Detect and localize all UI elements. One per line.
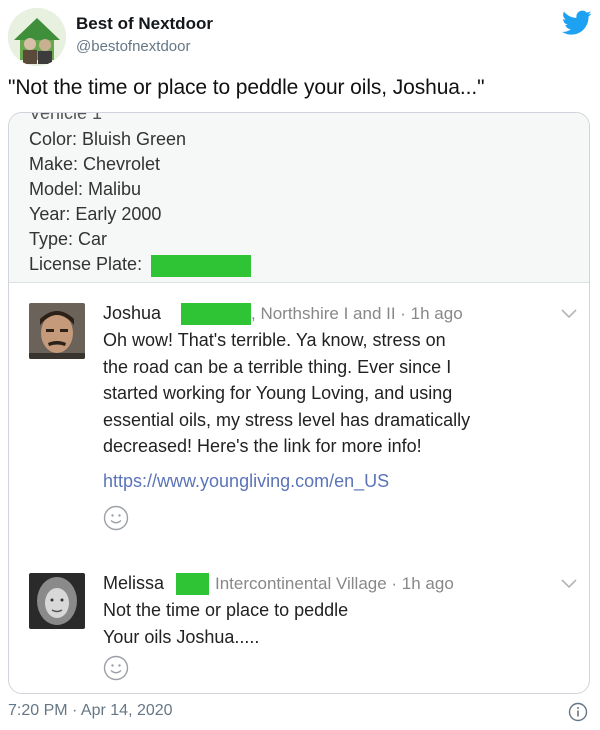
comment-link[interactable]: https://www.youngliving.com/en_US [103, 471, 389, 492]
comment-meta: Intercontinental Village · 1h ago [215, 574, 454, 593]
vehicle-license-plate: License Plate: [29, 254, 143, 274]
display-name[interactable]: Best of Nextdoor [76, 14, 213, 34]
tweet-timestamp[interactable]: 7:20 PM · Apr 14, 2020 [8, 702, 173, 720]
vehicle-model: Model: Malibu [29, 179, 142, 199]
chevron-down-icon[interactable] [561, 309, 577, 319]
vehicle-year: Year: Early 2000 [29, 204, 162, 224]
smiley-reaction-icon[interactable] [103, 655, 129, 681]
comment-line: Not the time or place to peddle [103, 600, 349, 620]
comment-line: essential oils, my stress level has dram… [103, 409, 471, 430]
license-plate-redaction [151, 255, 251, 277]
twitter-bird-icon[interactable] [562, 10, 592, 36]
smiley-reaction-icon[interactable] [103, 505, 129, 531]
vehicle-type: Type: Car [29, 229, 108, 249]
surname-redaction [181, 303, 251, 325]
comment-line: started working for Young Loving, and us… [103, 383, 453, 403]
info-icon[interactable] [568, 702, 588, 722]
comment-body: Not the time or place to peddle Your oil… [103, 597, 348, 650]
comment-line: Your oils Joshua..... [103, 626, 260, 647]
commenter-avatar[interactable] [29, 303, 85, 359]
comment-line: the road can be a terrible thing. Ever s… [103, 356, 452, 377]
comment-line: Oh wow! That's terrible. Ya know, stress… [103, 330, 446, 350]
vehicle-details-panel: Vehicle 1 Color: Bluish Green Make: Chev… [9, 113, 589, 283]
chevron-down-icon[interactable] [561, 579, 577, 589]
commenter-name[interactable]: Melissa [103, 573, 164, 594]
commenter-avatar[interactable] [29, 573, 85, 629]
account-handle[interactable]: @bestofnextdoor [76, 38, 190, 55]
tweet-text: "Not the time or place to peddle your oi… [8, 76, 485, 99]
surname-redaction [176, 573, 209, 595]
comment-line: decreased! Here's the link for more info… [103, 436, 422, 456]
tweet-header: Best of Nextdoor @bestofnextdoor [0, 0, 600, 72]
vehicle-make: Make: Chevrolet [29, 154, 161, 174]
comment-meta: , Northshire I and II · 1h ago [251, 304, 463, 323]
vehicle-color: Color: Bluish Green [29, 129, 187, 149]
account-avatar[interactable] [8, 8, 66, 66]
commenter-name[interactable]: Joshua [103, 303, 161, 324]
comment-body: Oh wow! That's terrible. Ya know, stress… [103, 327, 470, 460]
vehicle-heading: Vehicle 1 [29, 112, 103, 123]
screenshot-card: Vehicle 1 Color: Bluish Green Make: Chev… [8, 112, 590, 694]
